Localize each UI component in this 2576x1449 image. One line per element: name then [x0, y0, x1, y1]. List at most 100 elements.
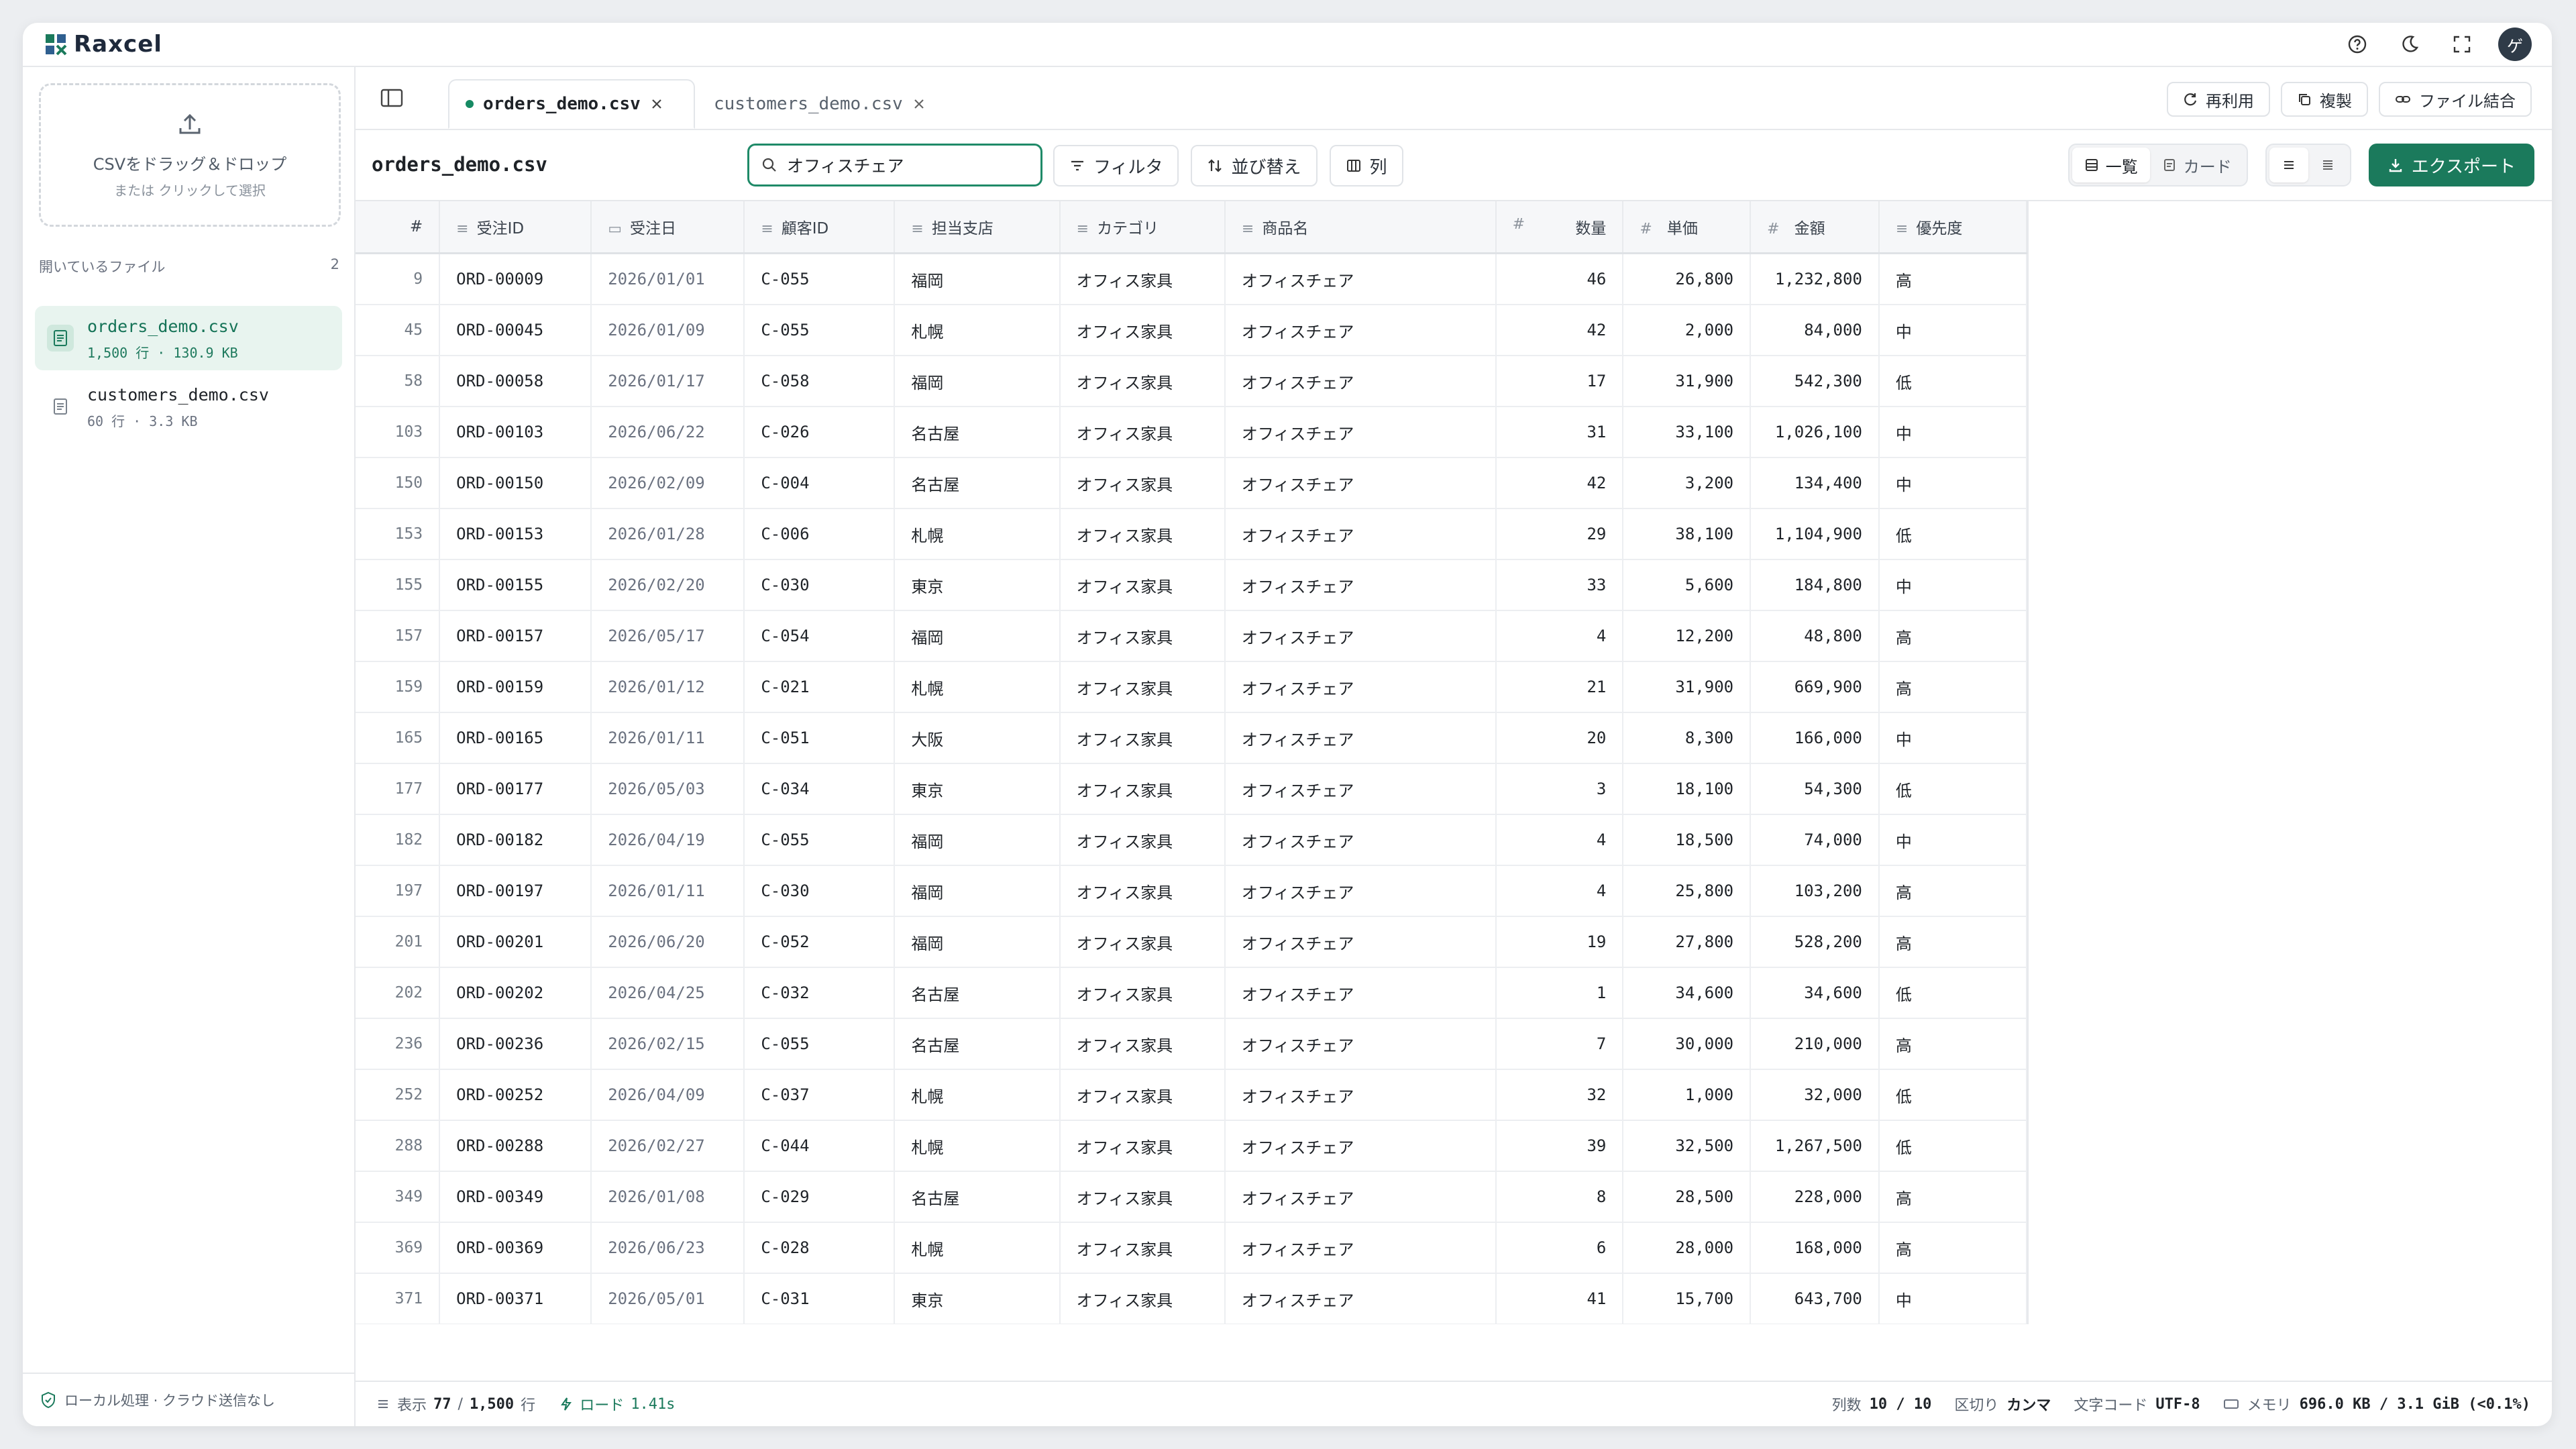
columns-button[interactable]: 列 [1329, 145, 1403, 186]
table-row[interactable]: 9 ORD-00009 2026/01/01 C-055 福岡 オフィス家具 オフィスチェア… [356, 253, 2027, 305]
amount-cell[interactable]: 1,104,900 [1750, 508, 1880, 560]
unit-price-cell[interactable]: 34,600 [1623, 967, 1752, 1019]
col-header-quantity[interactable]: # 数量 [1495, 201, 1624, 254]
customer-id-cell[interactable]: C-055 [744, 1018, 896, 1070]
row-number[interactable]: 157 [356, 610, 441, 662]
priority-cell[interactable]: 高 [1878, 610, 2027, 662]
table-row[interactable]: 202 ORD-00202 2026/04/25 C-032 名古屋 オフィス家具 オフィス… [356, 967, 2027, 1019]
product-cell[interactable]: オフィスチェア [1224, 356, 1497, 407]
table-row[interactable]: 182 ORD-00182 2026/04/19 C-055 福岡 オフィス家具 オフィスチ… [356, 814, 2027, 866]
product-cell[interactable]: オフィスチェア [1224, 1069, 1497, 1121]
row-number[interactable]: 288 [356, 1120, 441, 1172]
density-compact-button[interactable] [2308, 148, 2347, 182]
amount-cell[interactable]: 134,400 [1750, 458, 1880, 509]
order-id-cell[interactable]: ORD-00201 [439, 916, 592, 968]
order-id-cell[interactable]: ORD-00009 [439, 253, 592, 305]
density-normal-button[interactable] [2269, 148, 2308, 182]
customer-id-cell[interactable]: C-058 [744, 356, 896, 407]
col-header-category[interactable]: ≡ カテゴリ [1059, 201, 1226, 254]
priority-cell[interactable]: 高 [1878, 253, 2027, 305]
unit-price-cell[interactable]: 5,600 [1623, 559, 1752, 611]
row-number[interactable]: 369 [356, 1222, 441, 1274]
order-date-cell[interactable]: 2026/02/15 [591, 1018, 745, 1070]
branch-cell[interactable]: 大阪 [894, 712, 1061, 764]
order-id-cell[interactable]: ORD-00197 [439, 865, 592, 917]
order-date-cell[interactable]: 2026/04/19 [591, 814, 745, 866]
row-number[interactable]: 159 [356, 661, 441, 713]
product-cell[interactable]: オフィスチェア [1224, 865, 1497, 917]
priority-cell[interactable]: 高 [1878, 661, 2027, 713]
category-cell[interactable]: オフィス家具 [1059, 356, 1226, 407]
customer-id-cell[interactable]: C-032 [744, 967, 896, 1019]
customer-id-cell[interactable]: C-037 [744, 1069, 896, 1121]
product-cell[interactable]: オフィスチェア [1224, 661, 1497, 713]
dark-mode-icon[interactable] [2394, 28, 2426, 60]
quantity-cell[interactable]: 33 [1495, 559, 1624, 611]
csv-drop-zone[interactable]: CSVをドラッグ＆ドロップ または クリックして選択 [39, 83, 341, 227]
category-cell[interactable]: オフィス家具 [1059, 712, 1226, 764]
product-cell[interactable]: オフィスチェア [1224, 508, 1497, 560]
amount-cell[interactable]: 54,300 [1750, 763, 1880, 815]
customer-id-cell[interactable]: C-021 [744, 661, 896, 713]
col-header-order-id[interactable]: ≡ 受注ID [439, 201, 592, 254]
quantity-cell[interactable]: 32 [1495, 1069, 1624, 1121]
customer-id-cell[interactable]: C-029 [744, 1171, 896, 1223]
row-number[interactable]: 155 [356, 559, 441, 611]
category-cell[interactable]: オフィス家具 [1059, 1171, 1226, 1223]
order-id-cell[interactable]: ORD-00236 [439, 1018, 592, 1070]
row-number[interactable]: 349 [356, 1171, 441, 1223]
product-cell[interactable]: オフィスチェア [1224, 967, 1497, 1019]
priority-cell[interactable]: 低 [1878, 763, 2027, 815]
col-header-unit-price[interactable]: # 単価 [1623, 201, 1752, 254]
table-row[interactable]: 150 ORD-00150 2026/02/09 C-004 名古屋 オフィス家具 オフィス… [356, 458, 2027, 509]
branch-cell[interactable]: 名古屋 [894, 1018, 1061, 1070]
priority-cell[interactable]: 低 [1878, 967, 2027, 1019]
table-row[interactable]: 165 ORD-00165 2026/01/11 C-051 大阪 オフィス家具 オフィスチ… [356, 712, 2027, 764]
amount-cell[interactable]: 1,026,100 [1750, 407, 1880, 458]
tab-customers[interactable]: customers_demo.csv [698, 79, 959, 129]
category-cell[interactable]: オフィス家具 [1059, 661, 1226, 713]
category-cell[interactable]: オフィス家具 [1059, 508, 1226, 560]
view-list-button[interactable]: 一覧 [2072, 148, 2150, 182]
amount-cell[interactable]: 103,200 [1750, 865, 1880, 917]
category-cell[interactable]: オフィス家具 [1059, 763, 1226, 815]
branch-cell[interactable]: 名古屋 [894, 458, 1061, 509]
unit-price-cell[interactable]: 12,200 [1623, 610, 1752, 662]
amount-cell[interactable]: 228,000 [1750, 1171, 1880, 1223]
branch-cell[interactable]: 福岡 [894, 865, 1061, 917]
amount-cell[interactable]: 48,800 [1750, 610, 1880, 662]
quantity-cell[interactable]: 19 [1495, 916, 1624, 968]
order-id-cell[interactable]: ORD-00182 [439, 814, 592, 866]
table-row[interactable]: 201 ORD-00201 2026/06/20 C-052 福岡 オフィス家具 オフィスチ… [356, 916, 2027, 968]
quantity-cell[interactable]: 41 [1495, 1273, 1624, 1324]
priority-cell[interactable]: 低 [1878, 1120, 2027, 1172]
unit-price-cell[interactable]: 27,800 [1623, 916, 1752, 968]
amount-cell[interactable]: 32,000 [1750, 1069, 1880, 1121]
category-cell[interactable]: オフィス家具 [1059, 1069, 1226, 1121]
priority-cell[interactable]: 中 [1878, 407, 2027, 458]
order-id-cell[interactable]: ORD-00058 [439, 356, 592, 407]
quantity-cell[interactable]: 39 [1495, 1120, 1624, 1172]
row-number[interactable]: 58 [356, 356, 441, 407]
product-cell[interactable]: オフィスチェア [1224, 1273, 1497, 1324]
priority-cell[interactable]: 中 [1878, 559, 2027, 611]
unit-price-cell[interactable]: 25,800 [1623, 865, 1752, 917]
category-cell[interactable]: オフィス家具 [1059, 1273, 1226, 1324]
category-cell[interactable]: オフィス家具 [1059, 1018, 1226, 1070]
branch-cell[interactable]: 東京 [894, 559, 1061, 611]
category-cell[interactable]: オフィス家具 [1059, 253, 1226, 305]
category-cell[interactable]: オフィス家具 [1059, 1222, 1226, 1274]
product-cell[interactable]: オフィスチェア [1224, 1222, 1497, 1274]
amount-cell[interactable]: 74,000 [1750, 814, 1880, 866]
sidebar-file-orders[interactable]: orders_demo.csv 1,500 行 · 130.9 KB [35, 306, 342, 370]
unit-price-cell[interactable]: 32,500 [1623, 1120, 1752, 1172]
row-number[interactable]: 177 [356, 763, 441, 815]
col-header-product[interactable]: ≡ 商品名 [1224, 201, 1497, 254]
branch-cell[interactable]: 名古屋 [894, 967, 1061, 1019]
fullscreen-icon[interactable] [2446, 28, 2478, 60]
order-id-cell[interactable]: ORD-00103 [439, 407, 592, 458]
order-id-cell[interactable]: ORD-00177 [439, 763, 592, 815]
amount-cell[interactable]: 166,000 [1750, 712, 1880, 764]
amount-cell[interactable]: 1,232,800 [1750, 253, 1880, 305]
branch-cell[interactable]: 福岡 [894, 356, 1061, 407]
